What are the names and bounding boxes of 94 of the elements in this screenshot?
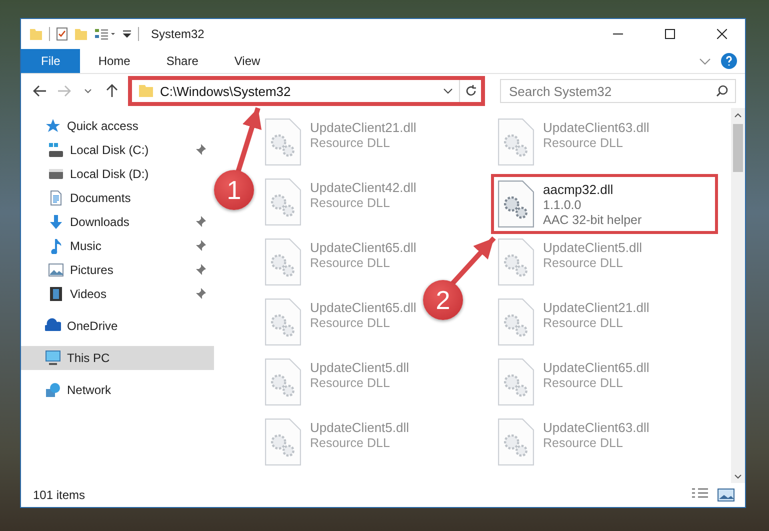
- network-icon: [45, 382, 61, 398]
- gear-file-icon: [264, 118, 302, 166]
- file-name: UpdateClient21.dll: [543, 300, 650, 315]
- file-detail: Resource DLL: [543, 136, 624, 150]
- forward-arrow-icon: [57, 85, 71, 97]
- ribbon-tab[interactable]: Share: [148, 49, 216, 73]
- file-detail: Resource DLL: [310, 256, 391, 270]
- file-detail: Resource DLL: [310, 196, 391, 210]
- up-arrow-icon: [106, 84, 118, 98]
- gear-file-icon: [497, 118, 535, 166]
- annotation-arrow: [450, 236, 496, 286]
- gear-file-icon: [497, 180, 535, 228]
- file-detail: Resource DLL: [543, 376, 624, 390]
- quick-access-icon: [45, 118, 61, 134]
- sidebar-item[interactable]: Local Disk (D:): [21, 162, 214, 186]
- caret-icon: [84, 88, 92, 94]
- drive-icon: [48, 166, 64, 182]
- onedrive-icon: [45, 318, 61, 334]
- documents-icon: [48, 190, 64, 206]
- scroll-thumb[interactable]: [733, 124, 743, 172]
- drive-c-icon: [48, 142, 64, 158]
- pictures-icon: [48, 262, 64, 278]
- sidebar-item[interactable]: Local Disk (C:): [21, 138, 214, 162]
- ribbon-tab[interactable]: View: [216, 49, 278, 73]
- gear-file-icon: [264, 238, 302, 286]
- properties-icon[interactable]: [56, 27, 68, 41]
- sidebar-item[interactable]: Videos: [21, 282, 214, 306]
- dropdown-caret-icon[interactable]: [443, 88, 453, 94]
- gear-file-icon: [497, 418, 535, 466]
- gear-file-icon: [497, 238, 535, 286]
- view-options-icon[interactable]: [94, 28, 116, 40]
- gear-file-icon: [264, 178, 302, 226]
- ribbon-tab[interactable]: Home: [80, 49, 148, 73]
- file-name: UpdateClient65.dll: [310, 300, 416, 315]
- gear-file-icon: [497, 298, 535, 346]
- sidebar-item[interactable]: Pictures: [21, 258, 214, 282]
- expand-ribbon-icon[interactable]: [699, 58, 711, 64]
- customize-caret-icon[interactable]: [122, 30, 132, 38]
- window-title: System32: [151, 27, 204, 41]
- folder-icon: [29, 28, 43, 40]
- details-view-icon[interactable]: [691, 488, 709, 498]
- file-detail: 1.1.0.0: [543, 198, 582, 212]
- maximize-icon: [665, 29, 675, 39]
- sidebar-item[interactable]: OneDrive: [21, 314, 214, 338]
- folder-icon: [138, 84, 154, 98]
- file-name: UpdateClient63.dll: [543, 420, 650, 435]
- sidebar-item[interactable]: This PC: [21, 346, 214, 370]
- sidebar-item[interactable]: Music: [21, 234, 214, 258]
- address-path: C:\Windows\System32: [160, 84, 291, 98]
- file-name: UpdateClient21.dll: [310, 120, 416, 135]
- item-count: 101 items: [33, 488, 86, 502]
- file-detail: Resource DLL: [543, 436, 624, 450]
- file-name: UpdateClient65.dll: [543, 360, 650, 375]
- file-detail: Resource DLL: [310, 376, 391, 390]
- gear-file-icon: [264, 418, 302, 466]
- file-detail: Resource DLL: [543, 316, 624, 330]
- gear-file-icon: [264, 358, 302, 406]
- file-detail: Resource DLL: [310, 436, 391, 450]
- scrollbar[interactable]: [731, 108, 745, 483]
- file-detail: AAC 32-bit helper: [543, 213, 642, 227]
- file-detail: Resource DLL: [310, 136, 391, 150]
- file-name: UpdateClient65.dll: [310, 240, 416, 255]
- scroll-up-icon[interactable]: [734, 112, 742, 118]
- address-bar[interactable]: C:\Windows\System32: [131, 79, 482, 103]
- file-detail: Resource DLL: [310, 316, 391, 330]
- scroll-down-icon[interactable]: [734, 474, 742, 478]
- file-name: aacmp32.dll: [543, 182, 614, 197]
- minimize-icon: [613, 33, 623, 35]
- close-icon: [717, 29, 727, 39]
- file-name: UpdateClient42.dll: [310, 180, 416, 195]
- search-icon: [716, 85, 728, 97]
- sidebar-item[interactable]: Quick access: [21, 114, 214, 138]
- annotation-arrow: [236, 107, 262, 173]
- large-icons-view-icon[interactable]: [717, 488, 735, 502]
- file-name: UpdateClient5.dll: [310, 360, 410, 375]
- file-name: UpdateClient63.dll: [543, 120, 650, 135]
- gear-file-icon: [264, 298, 302, 346]
- sidebar-item[interactable]: Network: [21, 378, 214, 402]
- file-name: UpdateClient5.dll: [310, 420, 410, 435]
- refresh-icon: [464, 85, 476, 97]
- search-field[interactable]: Search System32: [500, 79, 736, 103]
- pc-icon: [45, 350, 61, 366]
- videos-icon: [48, 286, 64, 302]
- help-icon[interactable]: [721, 53, 737, 69]
- sidebar-item[interactable]: Documents: [21, 186, 214, 210]
- file-name: UpdateClient5.dll: [543, 240, 642, 255]
- file-menu-tab[interactable]: File: [21, 49, 80, 73]
- file-detail: Resource DLL: [543, 256, 624, 270]
- file-item[interactable]: aacmp32.dll 1.1.0.0 AAC 32-bit helper: [491, 174, 718, 234]
- downloads-icon: [48, 214, 64, 230]
- gear-file-icon: [497, 358, 535, 406]
- sidebar-item[interactable]: Downloads: [21, 210, 214, 234]
- music-icon: [48, 238, 64, 254]
- back-arrow-icon: [33, 85, 47, 97]
